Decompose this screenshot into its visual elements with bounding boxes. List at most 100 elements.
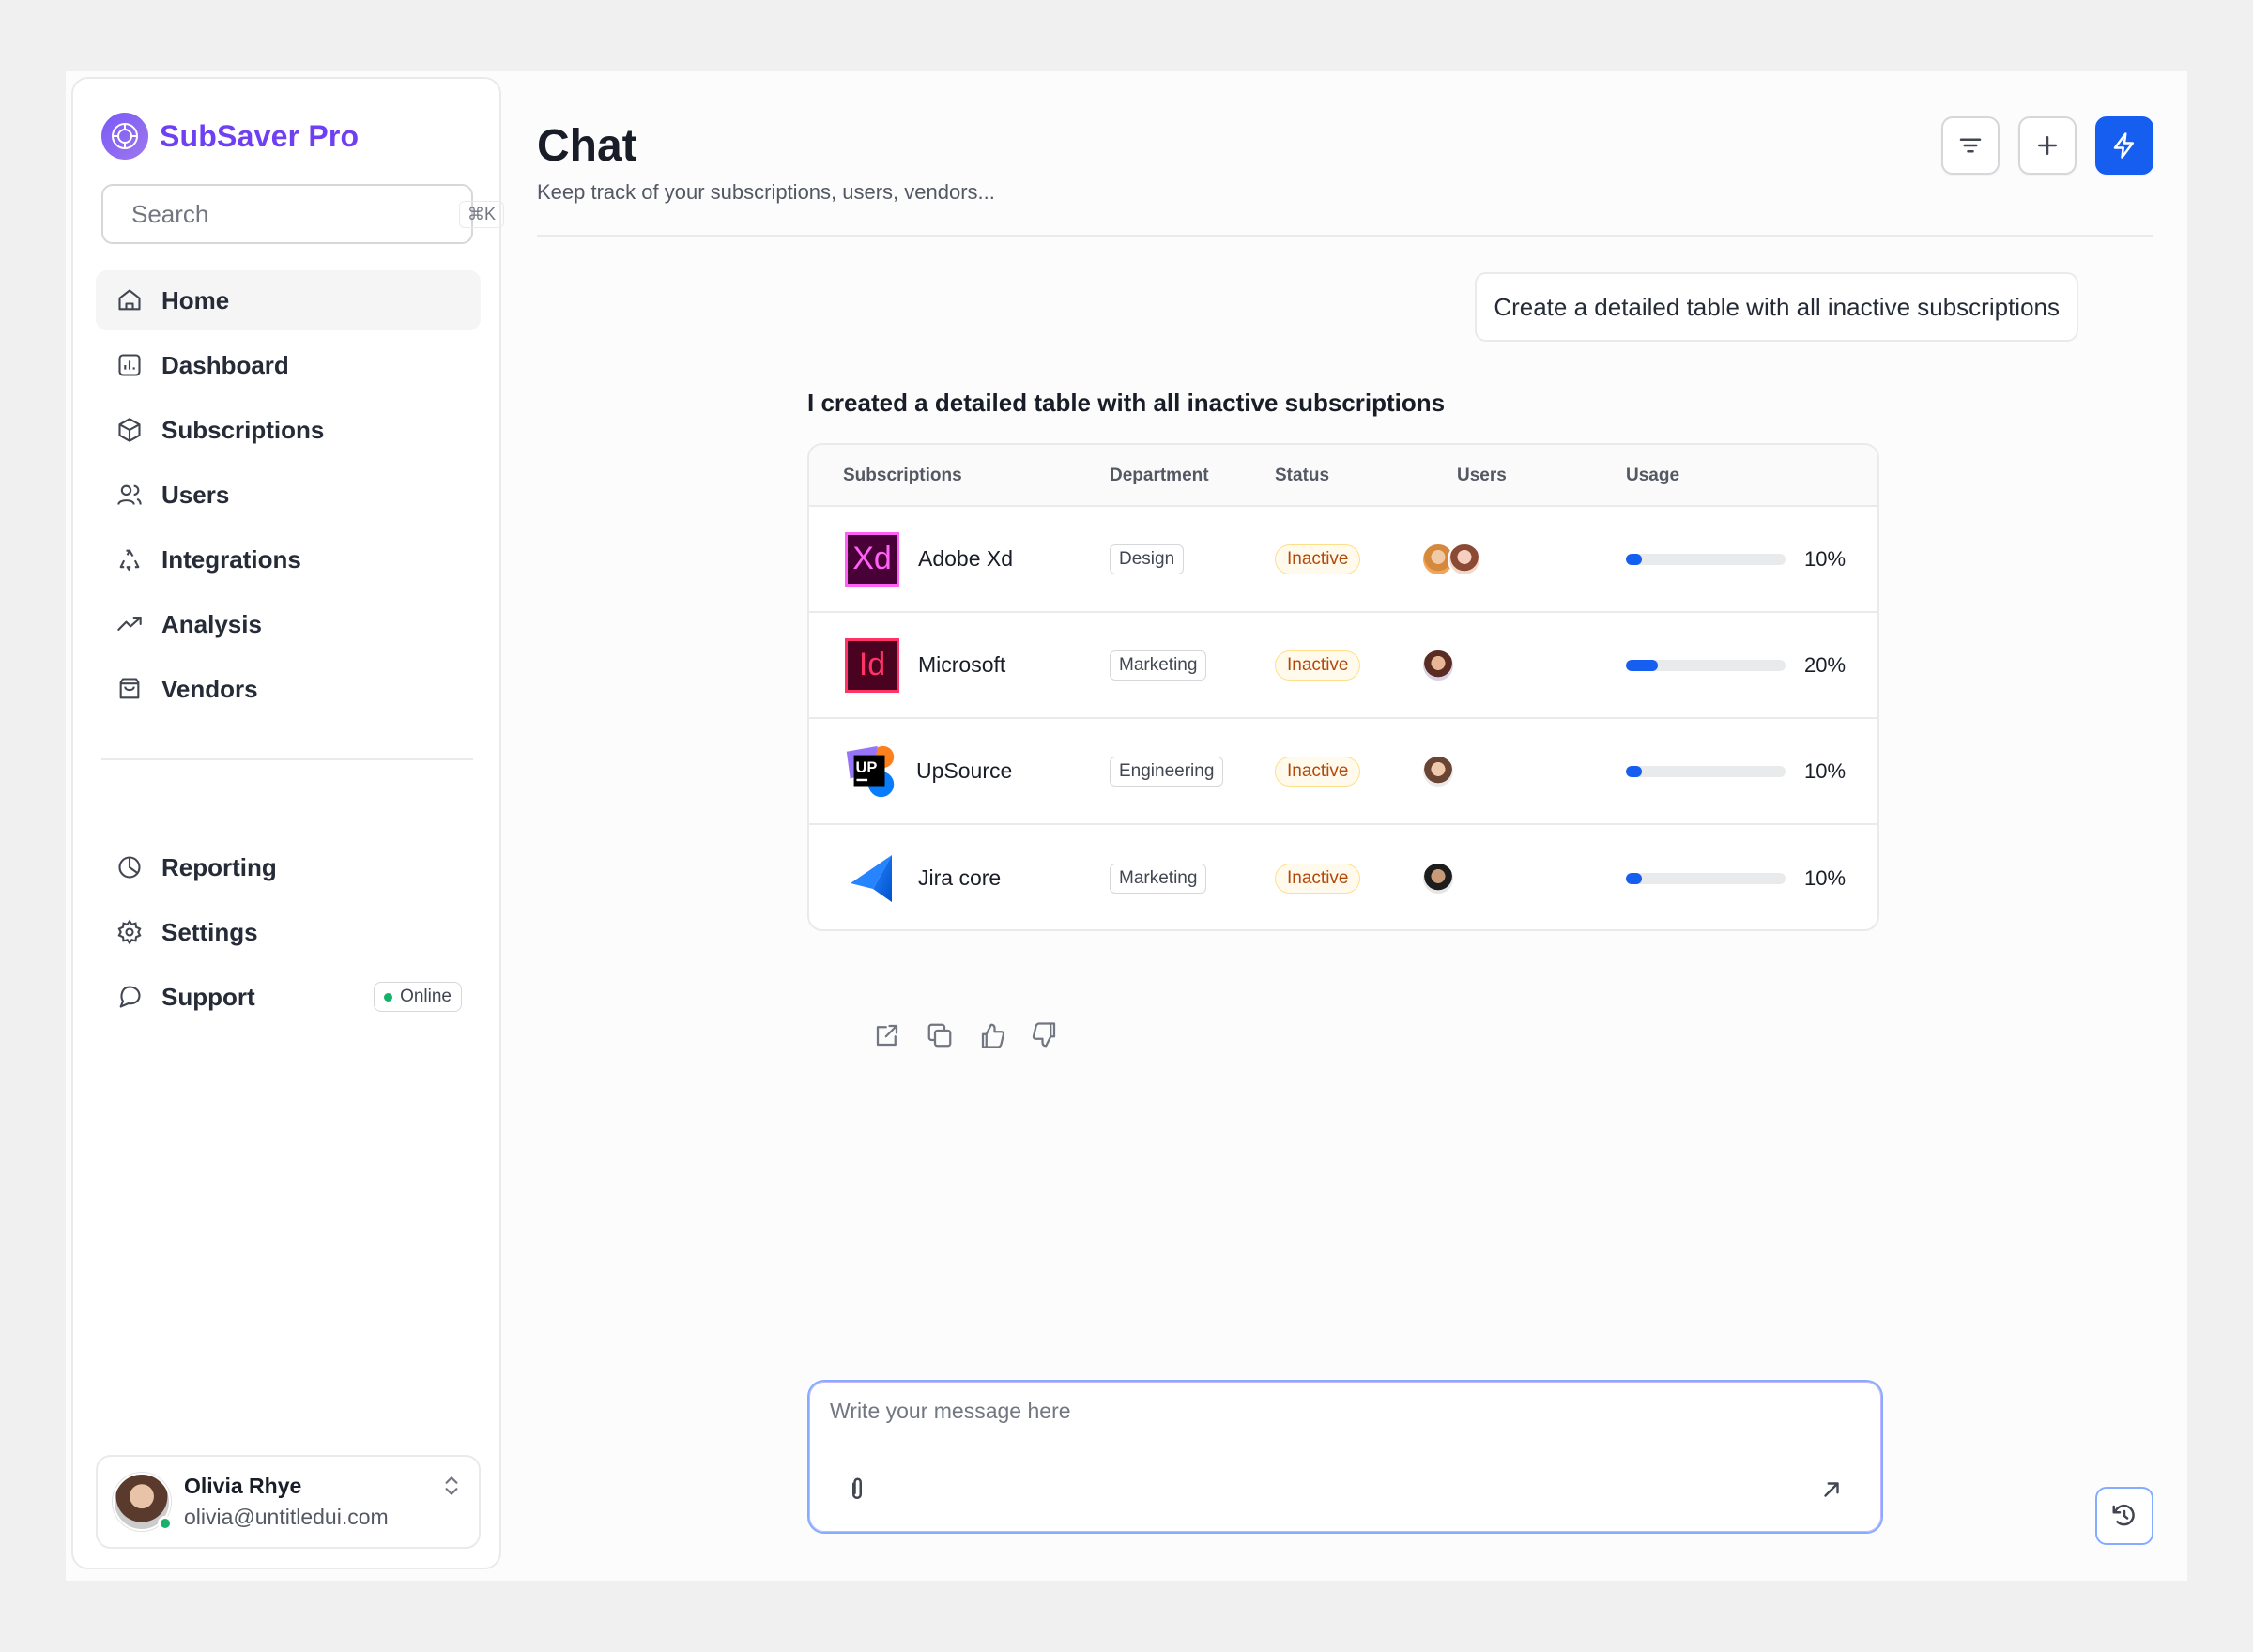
status-badge: Inactive	[1275, 863, 1361, 894]
brand[interactable]: SubSaver Pro	[101, 113, 359, 160]
account-name: Olivia Rhye	[184, 1474, 302, 1498]
external-link-icon	[876, 1024, 898, 1047]
nav-secondary: Reporting Settings Support Online	[96, 837, 481, 1032]
status-badge: Inactive	[1275, 650, 1361, 681]
refresh-ccw-icon	[2112, 1504, 2135, 1526]
nav-item-label: Home	[161, 285, 230, 314]
attach-button[interactable]	[843, 1476, 871, 1508]
table-header: Subscriptions Department Status Users Us…	[809, 445, 1878, 507]
nav-item-label: Settings	[161, 917, 258, 946]
table-row[interactable]: UP UpSource Engineering Inactive 10%	[809, 719, 1878, 825]
send-button[interactable]	[1819, 1477, 1844, 1507]
status-badge: Inactive	[1275, 756, 1361, 787]
nav-item-home[interactable]: Home	[96, 270, 481, 330]
message-composer	[807, 1380, 1883, 1534]
nav-item-label: Dashboard	[161, 350, 289, 379]
subscription-name: Jira core	[918, 865, 1002, 890]
users-avatars	[1421, 754, 1455, 788]
thumbs-up-icon	[981, 1023, 1005, 1048]
shortcut-hint: ⌘K	[459, 200, 505, 228]
upsource-logo-text: UP	[856, 758, 878, 775]
thumbs-down-button[interactable]	[1029, 1019, 1061, 1051]
column-header: Usage	[1626, 466, 1680, 485]
jira-logo-icon	[845, 851, 899, 906]
nav-item-reporting[interactable]: Reporting	[96, 837, 481, 897]
nav-item-support[interactable]: Support Online	[96, 967, 481, 1027]
app-frame: SubSaver Pro ⌘K Home Dashboard Subscript…	[66, 71, 2187, 1581]
account-card[interactable]: Olivia Rhye olivia@untitledui.com	[96, 1455, 481, 1549]
nav-item-subscriptions[interactable]: Subscriptions	[96, 400, 481, 460]
users-icon	[115, 480, 145, 510]
thumbs-up-button[interactable]	[976, 1019, 1008, 1051]
header-actions	[1941, 116, 2153, 175]
column-header: Subscriptions	[843, 466, 962, 485]
plus-icon	[2038, 136, 2057, 155]
table-row[interactable]: Jira core Marketing Inactive 10%	[809, 825, 1878, 929]
usage-bar	[1626, 659, 1786, 671]
nav-item-integrations[interactable]: Integrations	[96, 529, 481, 589]
filter-lines-icon	[1959, 138, 1982, 153]
avatar	[1421, 648, 1455, 682]
online-dot-icon	[384, 992, 393, 1002]
share-button[interactable]	[871, 1019, 903, 1051]
account-email: olivia@untitledui.com	[184, 1505, 389, 1529]
avatar	[1448, 542, 1481, 576]
subscription-name: Microsoft	[918, 652, 1006, 677]
nav-item-label: Vendors	[161, 674, 258, 703]
sidebar: SubSaver Pro ⌘K Home Dashboard Subscript…	[71, 77, 505, 1569]
add-button[interactable]	[2018, 116, 2077, 175]
avatar	[1421, 861, 1455, 895]
department-badge: Engineering	[1110, 756, 1224, 787]
subscription-name: UpSource	[916, 758, 1013, 783]
nav-item-users[interactable]: Users	[96, 465, 481, 525]
filter-button[interactable]	[1941, 116, 2000, 175]
usage-fill	[1626, 765, 1642, 777]
users-avatars	[1421, 861, 1455, 895]
nav-item-analysis[interactable]: Analysis	[96, 594, 481, 654]
usage-value: 20%	[1804, 652, 1847, 677]
table-row[interactable]: Xd Adobe Xd Design Inactive 10%	[809, 507, 1878, 613]
department-badge: Marketing	[1110, 863, 1207, 894]
header-divider	[537, 235, 2153, 237]
nav-primary: Home Dashboard Subscriptions Users Integ…	[96, 270, 481, 724]
paperclip-icon	[852, 1477, 862, 1500]
nav-item-label: Reporting	[161, 852, 277, 881]
page-title: Chat	[537, 121, 637, 171]
message-input[interactable]	[830, 1399, 1769, 1436]
usage-value: 10%	[1804, 865, 1847, 890]
usage-value: 10%	[1804, 546, 1847, 571]
online-badge: Online	[374, 982, 462, 1012]
table-row[interactable]: Id Microsoft Marketing Inactive 20%	[809, 613, 1878, 719]
users-avatars	[1421, 648, 1455, 682]
reset-chat-button[interactable]	[2095, 1487, 2153, 1545]
column-header: Users	[1457, 466, 1507, 485]
status-dot-icon	[158, 1516, 173, 1531]
nav-item-dashboard[interactable]: Dashboard	[96, 335, 481, 395]
users-avatars	[1421, 542, 1481, 576]
usage-fill	[1626, 872, 1642, 884]
message-icon	[115, 982, 145, 1012]
nav-item-vendors[interactable]: Vendors	[96, 659, 481, 719]
chevron-selector-icon[interactable]	[439, 1474, 464, 1503]
bar-chart-icon	[115, 350, 145, 380]
subscriptions-table: Subscriptions Department Status Users Us…	[807, 443, 1879, 931]
nav-item-settings[interactable]: Settings	[96, 902, 481, 962]
shopping-bag-icon	[115, 674, 145, 704]
copy-icon	[927, 1023, 952, 1048]
brand-name: SubSaver Pro	[160, 118, 360, 153]
sidebar-divider	[101, 758, 473, 760]
account-text: Olivia Rhye olivia@untitledui.com	[184, 1474, 389, 1530]
usage-bar	[1626, 765, 1786, 777]
column-header: Status	[1275, 466, 1330, 485]
search-input[interactable]	[131, 199, 446, 229]
quick-action-button[interactable]	[2095, 116, 2153, 175]
search-box[interactable]: ⌘K	[101, 184, 505, 244]
copy-button[interactable]	[924, 1019, 956, 1051]
avatar	[113, 1473, 173, 1531]
nav-item-label: Support	[161, 982, 255, 1011]
usage-bar	[1626, 872, 1786, 884]
status-badge: Inactive	[1275, 543, 1361, 574]
nav-item-label: Users	[161, 480, 230, 509]
avatar	[1421, 754, 1455, 788]
thumbs-down-icon	[1032, 1022, 1056, 1048]
